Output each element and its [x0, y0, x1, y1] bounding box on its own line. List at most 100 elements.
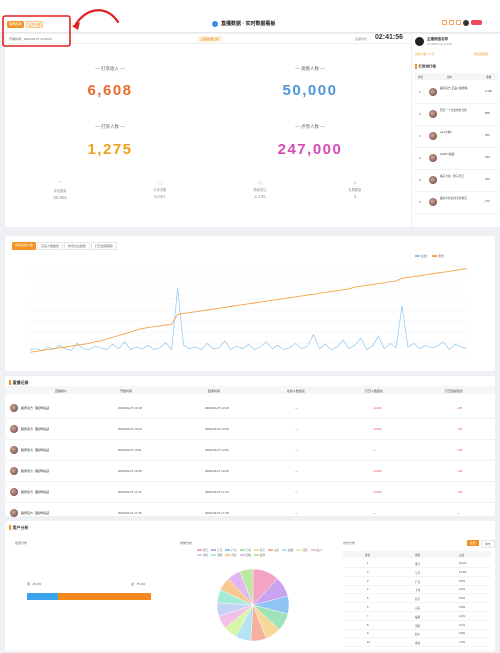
legend-label: 江苏: [217, 549, 223, 552]
income-value: 6,608: [87, 82, 133, 99]
province-title: 省份分布: [343, 541, 356, 545]
table-row[interactable]: 趣弄官方【趣弄精品】 2020-09-27 13:18 2020-09-27 13:…: [5, 398, 495, 419]
row-user: 趣弄官方【趣弄精品】: [21, 490, 52, 494]
province-pct: 2.8%: [459, 632, 465, 636]
ranking-row[interactable]: 3 ●●●大神● 555: [415, 126, 497, 148]
user-avatar: [10, 425, 18, 433]
anchor-tag-a: 关注人数: 2.7万: [415, 52, 435, 56]
province-name: 山东: [415, 607, 421, 610]
region-legend-item: 湖北: [197, 553, 208, 558]
ranking-header: 排名 用户 金额: [414, 73, 498, 80]
rank-amount: 360: [485, 178, 490, 181]
share-stat: ▭ 分享次数 5,051: [130, 181, 190, 199]
province-name: 浙江: [415, 563, 421, 566]
province-pct: 2.4%: [459, 641, 465, 645]
region-legend-item: 其他: [253, 553, 265, 558]
table-row[interactable]: 趣弄官方【趣弄精品】 2020-09-27 13:21 2020-09-27 13:…: [5, 440, 495, 461]
avatar[interactable]: [463, 20, 469, 26]
legend-label: 湖南: [217, 554, 223, 557]
reward-label: — 打赏人数 —: [95, 124, 125, 129]
ranking-title: 打赏排行榜: [415, 64, 436, 69]
row-online-change: —: [295, 490, 298, 494]
share-icon: ▭: [157, 181, 163, 187]
duration-value: 02:41:56: [375, 34, 404, 41]
exit-button[interactable]: [471, 20, 482, 25]
province-row: 2 江苏 12.6%: [343, 569, 491, 577]
rank-number: 4: [419, 156, 421, 160]
province-name: 北京: [415, 598, 421, 602]
gender-bar: [27, 593, 151, 600]
user-avatar: [429, 88, 437, 96]
province-row: 5 北京 5.6%: [343, 595, 491, 604]
legend-swatch: [197, 549, 202, 552]
ranking-row[interactable]: 6 趣弄大叔旧时光的夏天 270: [415, 192, 497, 214]
rank-user: 趣弄官方 正品小猫收集: [440, 87, 468, 90]
user-avatar: [429, 198, 437, 206]
minimize-icon[interactable]: [442, 20, 447, 25]
mode-badge[interactable]: 实时大屏: [26, 21, 43, 28]
anchor-tag-b: 粉丝团成员: [474, 52, 488, 56]
legend-swatch: [282, 549, 288, 552]
province-rank: 4: [367, 588, 369, 592]
anchor-id: ID:1989@xiaoyu2020: [427, 43, 452, 46]
watch-value: 50,000: [282, 82, 338, 99]
legend-swatch: [310, 549, 316, 552]
ranking-row[interactable]: 2 回忆一个过去的时光机 858: [415, 104, 497, 126]
row-start: 2020-09-27 13:18: [118, 406, 142, 410]
province-pct: 4.8%: [459, 606, 465, 609]
user-avatar: [10, 467, 18, 475]
page-title: 直播数据 · 实时数据看板: [212, 20, 275, 27]
region-legend: 浙江 江苏 广东 上海 北京 山东 福建 河南 四川湖北 湖南 河北 安徽 其他: [197, 548, 335, 558]
province-pct: 6.0%: [459, 588, 465, 592]
table-row[interactable]: 趣弄官方【趣弄精品】 2020-09-27 13:20 2020-09-27 13:…: [5, 419, 495, 440]
user-avatar: [429, 110, 437, 118]
province-toggle-province[interactable]: 省份: [467, 540, 479, 546]
row-amount-change: +35: [457, 427, 463, 431]
legend-swatch: [253, 549, 259, 552]
window-controls: [442, 20, 482, 26]
reward-value: 1,275: [87, 141, 133, 158]
table-row[interactable]: 趣弄官方【趣弄精品】 2020-09-27 17:11 2020-09-27 17:…: [5, 482, 495, 503]
region-legend-item: 河南: [296, 548, 308, 553]
anchor-name: 主播频道名称: [427, 37, 448, 41]
province-row: 1 浙江 23.1%: [343, 560, 491, 568]
legend-label: 河南: [302, 549, 308, 552]
settings-icon[interactable]: [456, 20, 461, 25]
row-online-change: —: [295, 448, 298, 452]
row-online-change: —: [295, 469, 298, 473]
logo-icon: [212, 20, 218, 27]
province-rank: 8: [367, 623, 369, 627]
user-avatar: [429, 176, 437, 184]
ranking-row[interactable]: 5 橘子大叔 · 狗子日记 360: [415, 170, 497, 192]
duration-label: 直播时长: [355, 37, 368, 41]
fullscreen-icon[interactable]: [449, 20, 454, 25]
table-row[interactable]: 趣弄官方【趣弄精品】 2020-09-27 13:26 2020-09-27 13:…: [5, 461, 495, 482]
rank-number: 2: [419, 112, 421, 116]
rank-user: HAPPY酱酱: [440, 153, 455, 156]
legend-swatch: [197, 554, 202, 557]
ranking-row[interactable]: 1 趣弄官方 正品小猫收集 2,186: [415, 82, 497, 104]
rank-number: 5: [419, 178, 421, 182]
legend-swatch: [239, 549, 245, 552]
stats-panel: 开播时间：2020-09-27 14:25:51 直播数据分析 直播时长 02:…: [5, 34, 411, 227]
top-bar: 直播结束 实时大屏 直播数据 · 实时数据看板: [0, 0, 500, 33]
region-legend-item: 福建: [282, 548, 293, 553]
province-pct: 12.6%: [459, 570, 467, 574]
province-name: 福建: [415, 615, 421, 619]
province-name: 四川: [415, 633, 421, 637]
row-end: 2020-09-27 17:14: [205, 490, 229, 494]
region-pie: [216, 568, 290, 642]
province-pct: 23.1%: [459, 562, 467, 565]
anchor-avatar: [415, 37, 424, 46]
province-rank: 10: [367, 641, 370, 645]
ranking-row[interactable]: 4 HAPPY酱酱 390: [415, 148, 497, 170]
income-label: — 打赏收入 —: [95, 66, 125, 71]
province-toggle-city[interactable]: 城市: [481, 540, 495, 548]
rank-amount: 555: [485, 134, 490, 137]
row-amount-change: —: [457, 511, 460, 515]
region-title: 地域分布: [180, 541, 193, 545]
rank-user: 回忆一个过去的时光机: [440, 109, 467, 112]
watch-label: — 观看人数 —: [295, 66, 325, 71]
row-reward-change: —: [373, 511, 376, 515]
province-pct: 5.6%: [459, 597, 465, 601]
